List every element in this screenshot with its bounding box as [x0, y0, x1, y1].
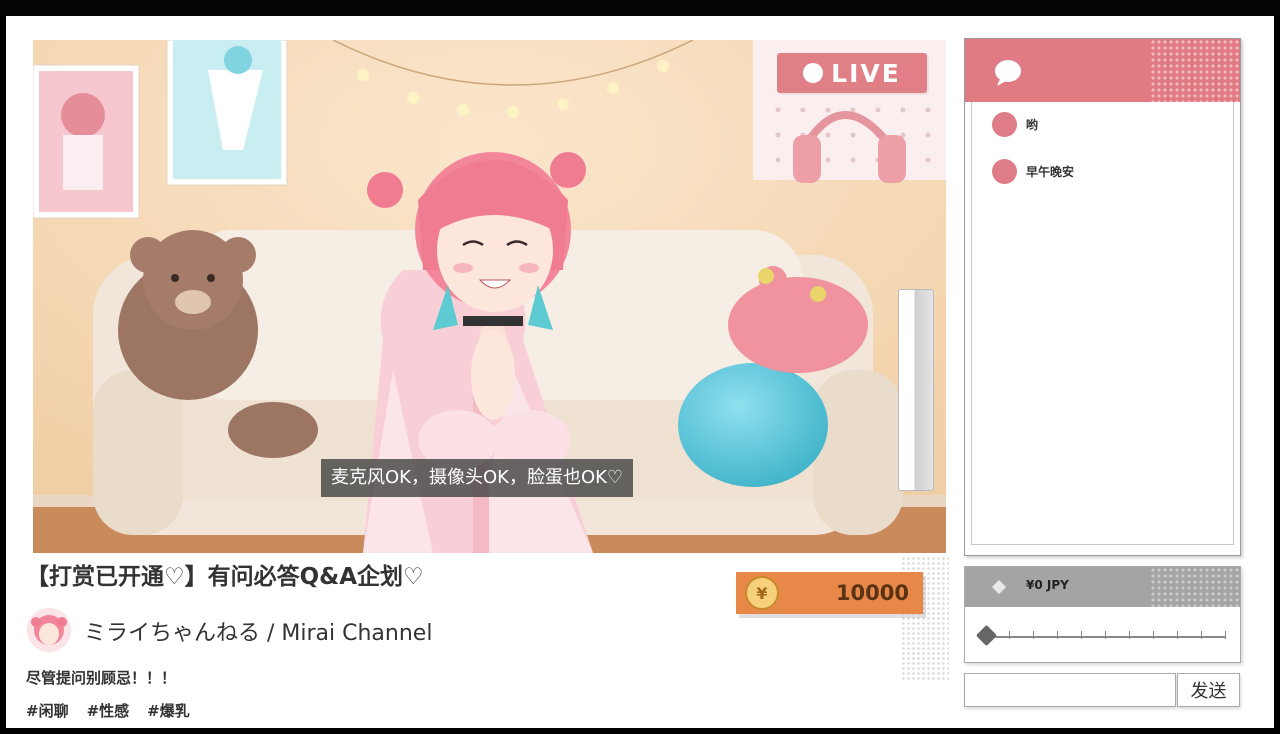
stream-page: LIVE 麦克风OK，摄像头OK，脸蛋也OK♡ 【打赏已开通♡】有问必答Q&A企…: [6, 16, 1274, 728]
stream-video: LIVE 麦克风OK，摄像头OK，脸蛋也OK♡: [33, 40, 946, 553]
chat-message-text: 早午晚安: [1026, 165, 1075, 179]
tag-item[interactable]: #闲聊: [26, 700, 69, 721]
speech-bubble-icon: [995, 60, 1021, 86]
tag-item[interactable]: #性感: [87, 700, 130, 721]
chat-message-list[interactable]: 哟 早午晚安: [971, 102, 1234, 545]
coin-balance: ¥ 10000: [736, 572, 923, 614]
halftone-decoration: [1150, 39, 1240, 102]
tip-slider-knob[interactable]: [975, 624, 998, 647]
tip-panel: ¥0 JPY: [964, 566, 1241, 663]
stream-subtitle: 麦克风OK，摄像头OK，脸蛋也OK♡: [321, 459, 634, 497]
slider-tick: [1009, 631, 1010, 639]
stream-description: 尽管提问别顾忌！！！: [26, 669, 177, 687]
avatar-image: [27, 608, 71, 652]
chat-input[interactable]: [964, 673, 1176, 707]
chat-message: 哟: [992, 112, 1038, 137]
chat-header: [965, 39, 1240, 102]
chat-message-text: 哟: [1026, 118, 1039, 132]
slider-tick: [1225, 631, 1226, 639]
slider-tick: [1129, 631, 1130, 639]
live-badge: LIVE: [777, 53, 927, 93]
stream-tags: #闲聊 #性感 #爆乳: [26, 700, 190, 721]
live-dot-icon: [803, 63, 824, 83]
video-side-scroll-handle[interactable]: [898, 289, 934, 491]
chat-panel: 哟 早午晚安: [964, 38, 1241, 556]
chat-user-avatar: [992, 112, 1017, 137]
send-button[interactable]: 发送: [1177, 673, 1240, 707]
diamond-icon: [991, 579, 1007, 595]
slider-tick: [1177, 631, 1178, 639]
halftone-decoration: [1150, 567, 1240, 607]
slider-tick: [1201, 631, 1202, 639]
channel-name[interactable]: ミライちゃんねる / Mirai Channel: [84, 615, 432, 647]
stream-title: 【打赏已开通♡】有问必答Q&A企划♡: [26, 564, 424, 590]
slider-tick: [1057, 631, 1058, 639]
tip-header: ¥0 JPY: [965, 567, 1240, 607]
live-label: LIVE: [831, 58, 901, 88]
slider-tick: [1033, 631, 1034, 639]
chat-message: 早午晚安: [992, 159, 1074, 184]
window-top-bar: [0, 0, 1280, 16]
slider-tick: [1081, 631, 1082, 639]
channel-avatar[interactable]: [27, 608, 71, 652]
tip-amount: ¥0 JPY: [1026, 578, 1069, 592]
yen-coin-icon: ¥: [745, 576, 779, 610]
tag-item[interactable]: #爆乳: [147, 700, 190, 721]
slider-tick: [1105, 631, 1106, 639]
chat-user-avatar: [992, 159, 1017, 184]
coin-count: 10000: [835, 581, 909, 605]
slider-tick: [1153, 631, 1154, 639]
